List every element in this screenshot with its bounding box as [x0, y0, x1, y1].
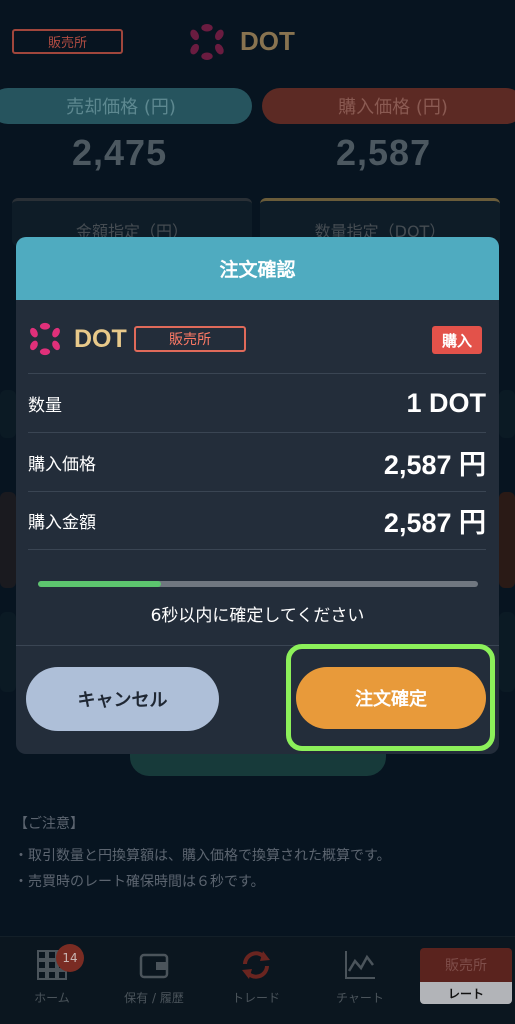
tab-trade-label: トレード — [231, 991, 280, 1005]
buy-price-label: 購入価格 (円) — [262, 88, 515, 124]
page-title: DOT — [240, 26, 295, 56]
cancel-button[interactable]: キャンセル — [26, 667, 219, 731]
notice: 【ご注意】 ・取引数量と円換算額は、購入価格で換算された概算です。 ・売買時のレ… — [14, 812, 391, 896]
tab-chart-label: チャート — [336, 991, 384, 1005]
notification-badge: 14 — [56, 944, 84, 972]
polkadot-logo-icon — [30, 322, 60, 356]
detail-value: 2,587 円 — [383, 508, 486, 538]
countdown-text: 6秒以内に確定してください — [150, 606, 365, 626]
detail-label: 購入価格 — [28, 454, 96, 475]
countdown-progress-fill — [38, 581, 162, 587]
side-tag: 購入 — [432, 326, 482, 354]
background-field-fragment — [0, 390, 16, 438]
detail-row-price: 購入価格 2,587 円 — [28, 432, 486, 491]
exchange-badge: 販売所 — [12, 29, 123, 54]
detail-value: 1 DOT — [406, 387, 486, 418]
header: 販売所 DOT — [0, 0, 515, 84]
detail-row-amount: 購入金額 2,587 円 — [28, 491, 486, 550]
dialog-title: 注文確認 — [16, 237, 499, 300]
countdown-progress-bar — [38, 581, 478, 587]
background-field-fragment — [499, 390, 515, 438]
asset-symbol: DOT — [74, 325, 127, 353]
tab-rate-label: レート — [420, 982, 512, 1004]
wallet-icon — [139, 953, 169, 979]
notice-line: ・取引数量と円換算額は、購入価格で換算された概算です。 — [14, 847, 391, 864]
detail-label: 数量 — [28, 395, 62, 416]
confirm-order-button[interactable]: 注文確定 — [296, 667, 486, 729]
tab-rate-exchange: 販売所 — [420, 948, 512, 982]
background-field-fragment — [499, 612, 515, 692]
background-field-fragment — [499, 492, 515, 588]
detail-value: 2,587 円 — [383, 449, 486, 480]
background-field-fragment — [0, 492, 16, 588]
exchange-badge: 販売所 — [134, 326, 246, 352]
order-details: 数量 1 DOT 購入価格 2,587 円 購入金額 2,587 円 — [28, 373, 486, 550]
sell-price-label: 売却価格 (円) — [0, 88, 252, 124]
detail-row-quantity: 数量 1 DOT — [28, 373, 486, 432]
tab-chart[interactable]: チャート — [312, 947, 408, 1006]
refresh-arrows-icon — [242, 951, 270, 979]
polkadot-logo-icon — [190, 23, 224, 61]
tab-trade[interactable]: トレード — [208, 947, 304, 1006]
notice-line: ・売買時のレート確保時間は６秒です。 — [14, 873, 265, 890]
chart-icon — [345, 951, 375, 979]
sell-price-value: 2,475 — [72, 132, 168, 173]
detail-label: 購入金額 — [28, 513, 96, 533]
background-field-fragment — [0, 612, 16, 692]
tab-home-label: ホーム — [34, 991, 70, 1005]
tab-history-label: 保有 / 履歴 — [124, 991, 184, 1005]
tab-rate[interactable]: 販売所 レート — [420, 948, 512, 1004]
notice-heading: 【ご注意】 — [14, 816, 84, 832]
buy-price-value: 2,587 — [336, 132, 432, 173]
tab-history[interactable]: 保有 / 履歴 — [106, 947, 202, 1006]
tab-home[interactable]: ホーム — [4, 947, 100, 1006]
